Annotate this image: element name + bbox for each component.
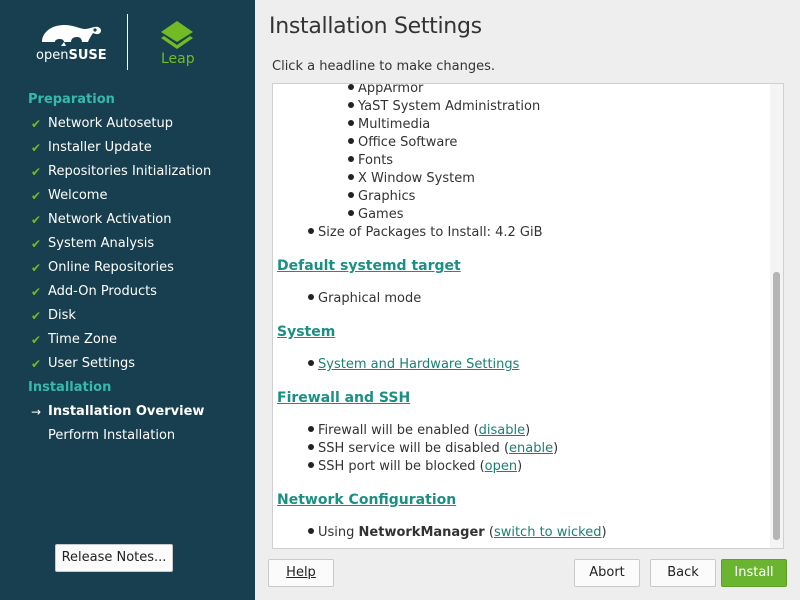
check-icon: ✔: [30, 333, 42, 347]
pattern-item: Games: [348, 206, 403, 224]
system-hardware-link[interactable]: System and Hardware Settings: [318, 357, 519, 372]
systemd-target-item: Graphical mode: [308, 290, 421, 308]
step-installer-update: ✔ Installer Update: [0, 136, 255, 160]
pending-icon: [29, 424, 43, 448]
back-button[interactable]: Back: [650, 559, 716, 587]
check-icon: ✔: [30, 285, 42, 299]
check-icon: ✔: [30, 309, 42, 323]
step-label: System Analysis: [48, 236, 155, 251]
step-label: Installation Overview: [48, 404, 205, 419]
release-notes-button[interactable]: Release Notes...: [55, 544, 173, 572]
step-disk: ✔ Disk: [0, 304, 255, 328]
ssh-service-item: SSH service will be disabled (enable): [308, 440, 558, 458]
step-system-analysis: ✔ System Analysis: [0, 232, 255, 256]
install-button[interactable]: Install: [721, 559, 787, 587]
check-icon: ✔: [30, 237, 42, 251]
step-installation-overview: → Installation Overview: [0, 400, 255, 424]
step-add-on-products: ✔ Add-On Products: [0, 280, 255, 304]
firewall-ssh-heading[interactable]: Firewall and SSH: [277, 390, 410, 406]
check-icon: ✔: [30, 189, 42, 203]
step-label: Welcome: [48, 188, 108, 203]
check-icon: ✔: [30, 117, 42, 131]
chameleon-icon: [42, 25, 102, 46]
step-label: Perform Installation: [48, 428, 176, 443]
step-online-repositories: ✔ Online Repositories: [0, 256, 255, 280]
pattern-item: AppArmor: [348, 84, 423, 98]
package-size-item: Size of Packages to Install: 4.2 GiB: [308, 224, 543, 242]
step-user-settings: ✔ User Settings: [0, 352, 255, 376]
check-icon: ✔: [30, 165, 42, 179]
step-section-installation: Installation: [28, 380, 112, 395]
abort-button[interactable]: Abort: [574, 559, 640, 587]
ssh-enable-link[interactable]: enable: [509, 441, 553, 456]
scrollbar-thumb[interactable]: [773, 272, 780, 540]
step-label: Online Repositories: [48, 260, 174, 275]
system-heading[interactable]: System: [277, 324, 335, 340]
help-button[interactable]: Help: [268, 559, 334, 587]
check-icon: ✔: [30, 141, 42, 155]
switch-to-wicked-link[interactable]: switch to wicked: [494, 525, 602, 540]
firewall-item: Firewall will be enabled (disable): [308, 422, 530, 440]
step-network-activation: ✔ Network Activation: [0, 208, 255, 232]
firewall-disable-link[interactable]: disable: [479, 423, 525, 438]
opensuse-logo: openSUSE: [36, 20, 107, 66]
leap-icon: [161, 21, 193, 49]
ssh-port-item: SSH port will be blocked (open): [308, 458, 522, 476]
leap-logo: Leap: [155, 18, 199, 68]
current-step-arrow-icon: →: [30, 405, 42, 419]
check-icon: ✔: [30, 357, 42, 371]
pattern-item: Office Software: [348, 134, 457, 152]
systemd-target-heading[interactable]: Default systemd target: [277, 258, 461, 274]
step-label: Installer Update: [48, 140, 152, 155]
network-configuration-heading[interactable]: Network Configuration: [277, 492, 456, 508]
logo-area: openSUSE Leap: [0, 0, 255, 80]
step-section-preparation: Preparation: [28, 92, 115, 107]
step-label: Network Autosetup: [48, 116, 173, 131]
opensuse-wordmark: openSUSE: [36, 48, 107, 63]
step-perform-installation: Perform Installation: [0, 424, 255, 448]
pattern-item: Fonts: [348, 152, 393, 170]
check-icon: ✔: [30, 261, 42, 275]
sidebar: openSUSE Leap Preparation ✔ Network Autose…: [0, 0, 255, 600]
step-label: Add-On Products: [48, 284, 157, 299]
step-label: Network Activation: [48, 212, 172, 227]
step-label: Disk: [48, 308, 76, 323]
page-subtitle: Click a headline to make changes.: [272, 59, 496, 74]
step-repositories-initialization: ✔ Repositories Initialization: [0, 160, 255, 184]
network-item: Using NetworkManager (switch to wicked): [308, 524, 607, 542]
step-label: User Settings: [48, 356, 136, 371]
system-item: System and Hardware Settings: [308, 356, 519, 374]
step-label: Time Zone: [48, 332, 118, 347]
installation-summary[interactable]: AppArmor YaST System Administration Multim…: [272, 83, 784, 549]
pattern-item: X Window System: [348, 170, 475, 188]
page-title: Installation Settings: [269, 14, 482, 39]
installation-steps: Preparation ✔ Network Autosetup ✔ Installer …: [0, 88, 255, 448]
summary-scrollbar[interactable]: [770, 84, 783, 548]
step-label: Repositories Initialization: [48, 164, 212, 179]
step-time-zone: ✔ Time Zone: [0, 328, 255, 352]
pattern-item: Graphics: [348, 188, 415, 206]
ssh-port-open-link[interactable]: open: [485, 459, 517, 474]
check-icon: ✔: [30, 213, 42, 227]
logo-divider: [127, 14, 128, 70]
step-network-autosetup: ✔ Network Autosetup: [0, 112, 255, 136]
step-welcome: ✔ Welcome: [0, 184, 255, 208]
pattern-item: Multimedia: [348, 116, 430, 134]
pattern-item: YaST System Administration: [348, 98, 540, 116]
leap-wordmark: Leap: [161, 51, 195, 67]
